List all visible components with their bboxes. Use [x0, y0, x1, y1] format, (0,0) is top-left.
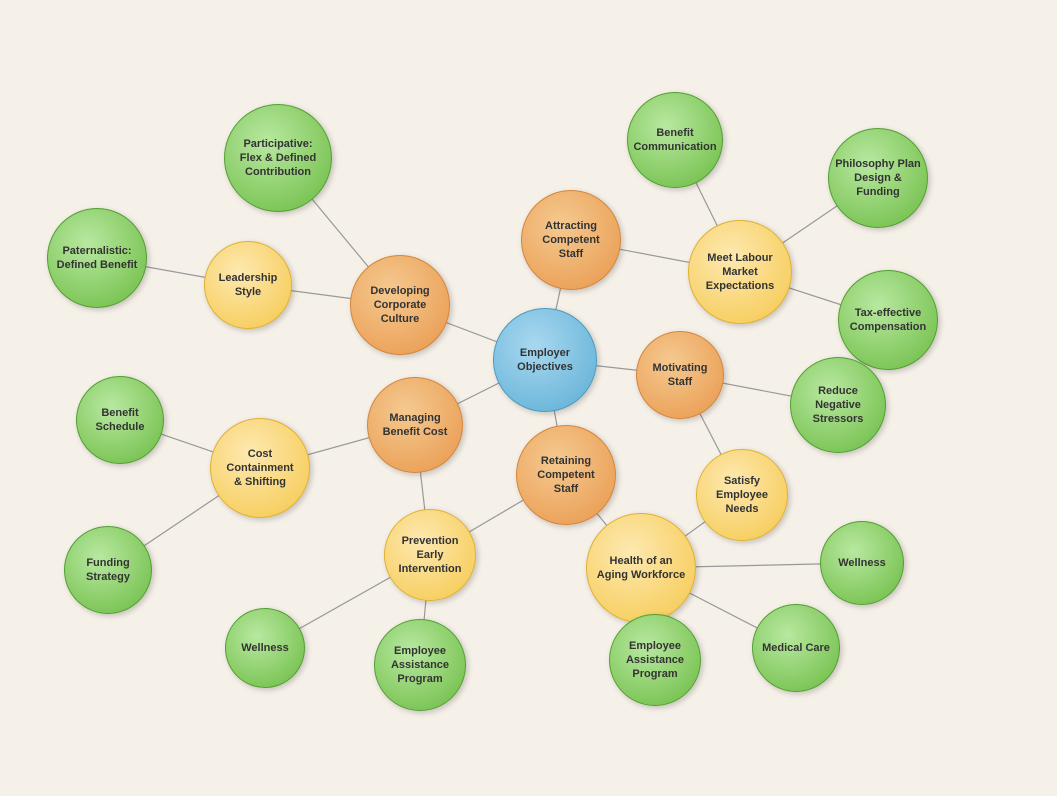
node-participative[interactable]: Participative: Flex & Defined Contributi…: [224, 104, 332, 212]
node-benefit-schedule[interactable]: Benefit Schedule: [76, 376, 164, 464]
node-paternalistic[interactable]: Paternalistic: Defined Benefit: [47, 208, 147, 308]
node-emp-assist-left[interactable]: Employee Assistance Program: [374, 619, 466, 711]
node-label-funding-strategy: Funding Strategy: [82, 552, 134, 589]
node-label-wellness-right: Wellness: [834, 552, 890, 574]
node-satisfy[interactable]: Satisfy Employee Needs: [696, 449, 788, 541]
mind-map-container: Employer Objectives Attracting Competent …: [0, 0, 1057, 796]
node-label-benefit-comm: Benefit Communication: [629, 122, 720, 159]
node-philosophy[interactable]: Philosophy Plan Design & Funding: [828, 128, 928, 228]
node-label-center: Employer Objectives: [513, 342, 577, 379]
node-label-emp-assist-left: Employee Assistance Program: [387, 640, 453, 691]
node-meet-labour[interactable]: Meet Labour Market Expectations: [688, 220, 792, 324]
node-label-paternalistic: Paternalistic: Defined Benefit: [53, 240, 142, 277]
node-label-benefit-schedule: Benefit Schedule: [92, 402, 149, 439]
node-label-satisfy: Satisfy Employee Needs: [712, 470, 772, 521]
node-managing[interactable]: Managing Benefit Cost: [367, 377, 463, 473]
node-wellness-left[interactable]: Wellness: [225, 608, 305, 688]
node-prevention[interactable]: Prevention Early Intervention: [384, 509, 476, 601]
node-medical-care[interactable]: Medical Care: [752, 604, 840, 692]
node-label-philosophy: Philosophy Plan Design & Funding: [831, 153, 925, 204]
node-cost-contain[interactable]: Cost Containment & Shifting: [210, 418, 310, 518]
node-label-retaining: Retaining Competent Staff: [533, 450, 598, 501]
node-benefit-comm[interactable]: Benefit Communication: [627, 92, 723, 188]
node-label-tax-effective: Tax-effective Compensation: [846, 302, 930, 339]
node-label-medical-care: Medical Care: [758, 637, 834, 659]
node-health-aging[interactable]: Health of an Aging Workforce: [586, 513, 696, 623]
node-label-meet-labour: Meet Labour Market Expectations: [702, 247, 778, 298]
node-label-wellness-left: Wellness: [237, 637, 293, 659]
node-attracting[interactable]: Attracting Competent Staff: [521, 190, 621, 290]
node-label-managing: Managing Benefit Cost: [379, 407, 452, 444]
node-label-dev-corp: Developing Corporate Culture: [366, 280, 433, 331]
node-label-participative: Participative: Flex & Defined Contributi…: [236, 133, 320, 184]
node-tax-effective[interactable]: Tax-effective Compensation: [838, 270, 938, 370]
node-reduce-neg[interactable]: Reduce Negative Stressors: [790, 357, 886, 453]
node-funding-strategy[interactable]: Funding Strategy: [64, 526, 152, 614]
node-center[interactable]: Employer Objectives: [493, 308, 597, 412]
node-dev-corp[interactable]: Developing Corporate Culture: [350, 255, 450, 355]
node-motivating[interactable]: Motivating Staff: [636, 331, 724, 419]
node-label-cost-contain: Cost Containment & Shifting: [222, 443, 297, 494]
node-label-prevention: Prevention Early Intervention: [395, 530, 466, 581]
node-retaining[interactable]: Retaining Competent Staff: [516, 425, 616, 525]
node-emp-assist-right[interactable]: Employee Assistance Program: [609, 614, 701, 706]
node-label-health-aging: Health of an Aging Workforce: [593, 550, 689, 587]
node-leadership[interactable]: Leadership Style: [204, 241, 292, 329]
node-label-attracting: Attracting Competent Staff: [538, 215, 603, 266]
node-wellness-right[interactable]: Wellness: [820, 521, 904, 605]
node-label-reduce-neg: Reduce Negative Stressors: [809, 380, 868, 431]
node-label-emp-assist-right: Employee Assistance Program: [622, 635, 688, 686]
node-label-leadership: Leadership Style: [215, 267, 282, 304]
node-label-motivating: Motivating Staff: [649, 357, 712, 394]
